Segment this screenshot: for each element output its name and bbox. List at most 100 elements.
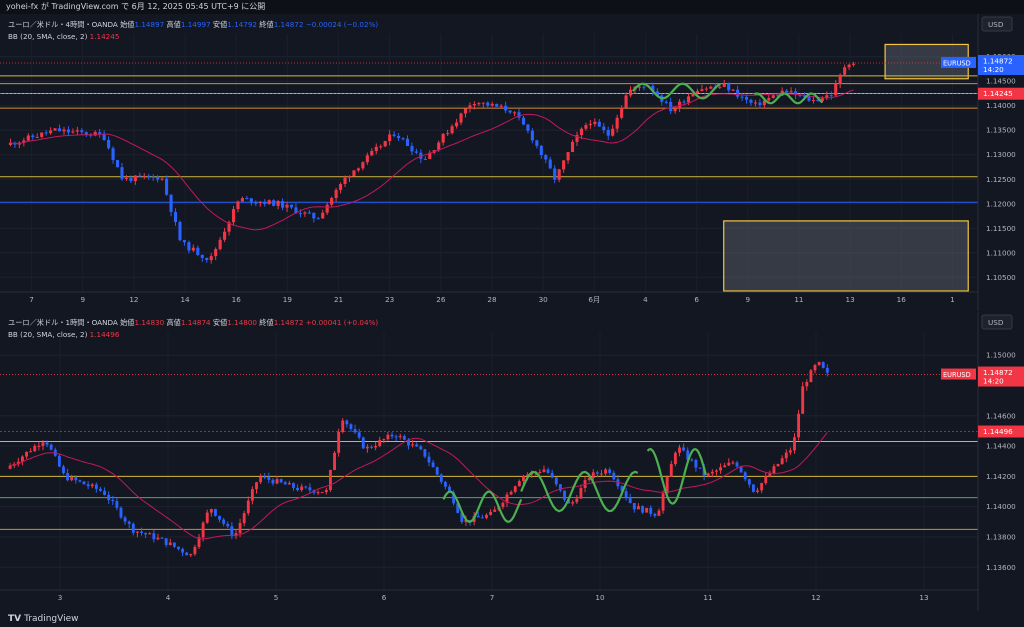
candle-body: [431, 462, 435, 468]
candle-body: [218, 239, 222, 250]
candle-body: [829, 95, 833, 97]
candle-body: [797, 413, 801, 438]
footer-brand-text: TradingView: [24, 614, 79, 624]
candle-body: [694, 459, 698, 468]
candle-body: [513, 486, 517, 492]
candle-body: [398, 436, 402, 438]
candle-body: [383, 141, 387, 147]
x-tick-label: 6: [382, 593, 387, 602]
candle-body: [285, 204, 289, 208]
candle-body: [281, 200, 285, 208]
candle-body: [365, 155, 369, 163]
x-tick-label: 16: [232, 295, 242, 304]
candle-body: [337, 432, 341, 453]
candle-body: [608, 469, 612, 473]
candle-body: [847, 64, 851, 68]
candle-body: [287, 483, 291, 485]
candle-body: [209, 256, 213, 261]
candle-body: [250, 489, 254, 501]
candle-body: [642, 86, 646, 88]
candle-body: [107, 140, 111, 149]
candle-body: [476, 515, 480, 518]
candle-body: [240, 198, 244, 202]
candle-body: [275, 479, 279, 484]
x-tick-label: 11: [794, 295, 803, 304]
candle-body: [347, 176, 352, 178]
candle-body: [764, 476, 768, 484]
indicator-legend: BB (20, SMA, close, 2) 1.14245: [8, 32, 119, 41]
currency-label: USD: [988, 318, 1004, 327]
x-tick-label: 1: [950, 295, 955, 304]
legend-part: 始値: [118, 318, 135, 327]
legend-part: 1.14997: [181, 20, 211, 29]
candle-body: [370, 446, 373, 448]
price-tag-timer: 14:20: [983, 377, 1004, 386]
candle-body: [669, 463, 673, 477]
chart-panel-4h[interactable]: 1.150001.145001.140001.135001.130001.125…: [0, 14, 1024, 311]
publish-text: yohei-fx が TradingView.com で 6月 12, 2025…: [6, 2, 266, 11]
candle-body: [722, 84, 726, 87]
candle-body: [612, 472, 616, 480]
candle-body: [330, 197, 334, 205]
candle-body: [394, 436, 398, 438]
candle-body: [254, 202, 258, 204]
candle-body: [382, 439, 386, 441]
candle-body: [535, 140, 539, 146]
candle-body: [743, 472, 747, 480]
candle-body: [70, 476, 74, 481]
candle-body: [115, 160, 120, 168]
x-tick-label: 23: [385, 295, 394, 304]
grid-lines: [0, 332, 978, 590]
candle-body: [111, 148, 115, 161]
candle-body: [57, 128, 62, 132]
chart-1h-svg[interactable]: 1.15000 1.14600 1.14400 1.14200 1.14000 1.138…: [0, 312, 1024, 611]
candle-body: [341, 420, 345, 433]
x-tick-label: 3: [58, 593, 63, 602]
candle-body: [320, 492, 324, 494]
x-tick-label: 12: [811, 593, 820, 602]
candle-body: [333, 452, 336, 471]
candle-body: [189, 554, 193, 556]
candle-body: [807, 96, 811, 101]
candle-body: [304, 486, 308, 488]
candle-body: [570, 141, 575, 153]
ohlc-legend: ユーロ／米ドル・1時間・OANDA 始値1.14830 高値1.14874 安値…: [8, 318, 378, 327]
candle-body: [566, 152, 570, 161]
legend-part: 始値: [118, 20, 135, 29]
candle-body: [147, 175, 151, 177]
candle-body: [107, 494, 111, 501]
candle-body: [283, 482, 287, 485]
chart-panel-1h[interactable]: 1.15000 1.14600 1.14400 1.14200 1.14000 1.138…: [0, 312, 1024, 611]
x-tick-label: 4: [643, 295, 648, 304]
candle-body: [554, 477, 558, 485]
candle-body: [710, 471, 714, 474]
candle-body: [45, 442, 49, 445]
candle-body: [119, 507, 123, 518]
candle-body: [152, 533, 156, 540]
candle-body: [805, 382, 809, 387]
candle-body: [553, 168, 557, 180]
candle-body: [62, 466, 65, 474]
candle-body: [185, 552, 189, 556]
candle-body: [31, 135, 35, 138]
y-tick-label: 1.10500: [986, 273, 1016, 282]
candle-body: [267, 200, 271, 204]
chart-4h-svg[interactable]: 1.150001.145001.140001.135001.130001.125…: [0, 14, 1024, 311]
candle-body: [312, 212, 316, 219]
candle-body: [727, 84, 731, 91]
candle-body: [611, 128, 615, 136]
candle-body: [231, 209, 236, 223]
candle-body: [160, 537, 164, 539]
candle-body: [843, 67, 847, 75]
candle-body: [374, 146, 378, 151]
candle-body: [57, 455, 61, 467]
candle-body: [588, 124, 592, 126]
time-axis: 3 4 5 6 7 10 11 12 13: [0, 589, 978, 602]
candle-body: [645, 507, 649, 513]
candle-body: [571, 502, 575, 504]
x-tick-label: 5: [274, 593, 279, 602]
candle-body: [307, 212, 311, 214]
candle-body: [463, 108, 468, 114]
candle-body: [98, 132, 102, 134]
candle-body: [401, 138, 405, 140]
